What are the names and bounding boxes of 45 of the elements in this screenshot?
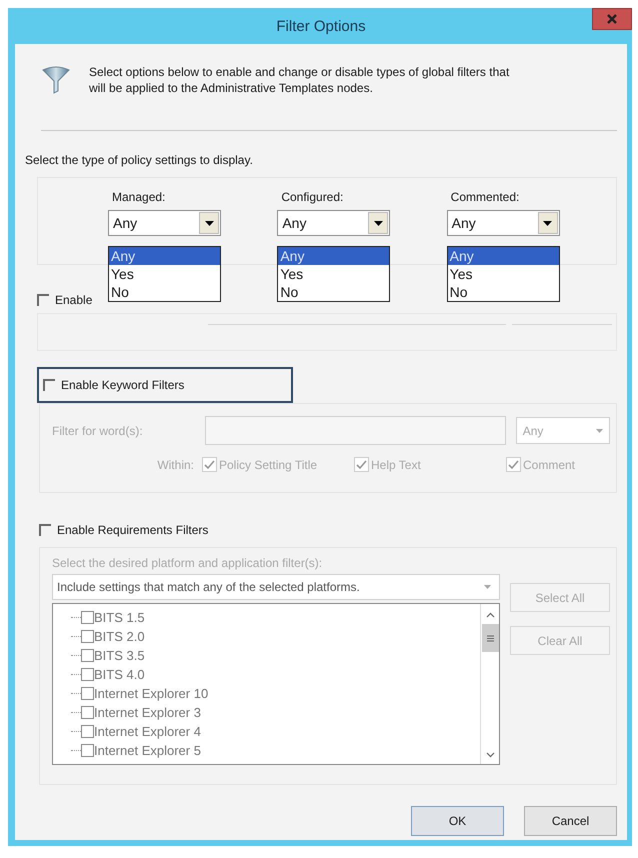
dropdown-option[interactable]: Yes xyxy=(278,265,390,283)
dropdown-option[interactable]: No xyxy=(448,283,559,301)
checkbox-label: Comment xyxy=(523,458,576,472)
platform-label: Internet Explorer 10 xyxy=(94,686,208,701)
dropdown-arrow-icon xyxy=(596,428,603,432)
dropdown[interactable]: Any xyxy=(277,210,390,236)
platform-label: BITS 4.0 xyxy=(94,667,145,682)
dropdown-label: Configured: xyxy=(280,190,344,204)
dropdown-arrow-icon xyxy=(484,585,491,589)
dropdown-option[interactable]: Any xyxy=(448,247,559,265)
dropdown[interactable]: Any xyxy=(108,210,221,236)
dropdown-option[interactable]: No xyxy=(109,283,220,301)
dropdown-option[interactable]: Any xyxy=(278,247,390,265)
checkbox-label: Policy Setting Title xyxy=(219,458,318,472)
checkbox[interactable] xyxy=(37,294,49,306)
platform-label: BITS 1.5 xyxy=(94,610,145,625)
funnel-icon xyxy=(41,64,71,94)
checkbox-label: Enable xyxy=(55,293,92,307)
field-label: Filter for word(s): xyxy=(52,424,144,438)
platform-label: BITS 2.0 xyxy=(94,629,145,644)
checkbox-label: Help Text xyxy=(371,458,421,472)
close-button[interactable] xyxy=(592,8,632,30)
window-title: Filter Options xyxy=(276,18,366,34)
dropdown-label: Managed: xyxy=(111,190,166,204)
platform-filter-label: Select the desired platform and application filter(s): xyxy=(52,556,324,570)
policy-prompt: Select the type of policy settings to display. xyxy=(25,153,254,167)
within-label: Within: xyxy=(156,458,195,472)
platform-label: Internet Explorer 4 xyxy=(94,724,201,739)
platform-label: BITS 3.5 xyxy=(94,648,145,663)
dialog-button[interactable]: Cancel xyxy=(524,806,617,836)
dropdown-option[interactable]: Any xyxy=(109,247,220,265)
checkbox-label: Enable Requirements Filters xyxy=(57,523,208,537)
platform-label: Internet Explorer 5 xyxy=(94,743,201,758)
scroll-down-icon[interactable] xyxy=(486,752,494,758)
platform-label: Internet Explorer 3 xyxy=(94,705,201,720)
scroll-thumb[interactable] xyxy=(482,624,498,652)
intro-text: Select options below to enable and change or disable types of global filters that will be applied to the Administrative Templates nodes. xyxy=(89,64,510,96)
dropdown-label: Commented: xyxy=(450,190,520,204)
dialog-button[interactable]: OK xyxy=(411,806,504,836)
dropdown-option[interactable]: No xyxy=(278,283,390,301)
dropdown-option[interactable]: Yes xyxy=(109,265,220,283)
scroll-up-icon[interactable] xyxy=(486,612,494,618)
dropdown[interactable]: Any xyxy=(446,210,560,236)
close-icon xyxy=(606,13,618,25)
dropdown-option[interactable]: Yes xyxy=(448,265,559,283)
